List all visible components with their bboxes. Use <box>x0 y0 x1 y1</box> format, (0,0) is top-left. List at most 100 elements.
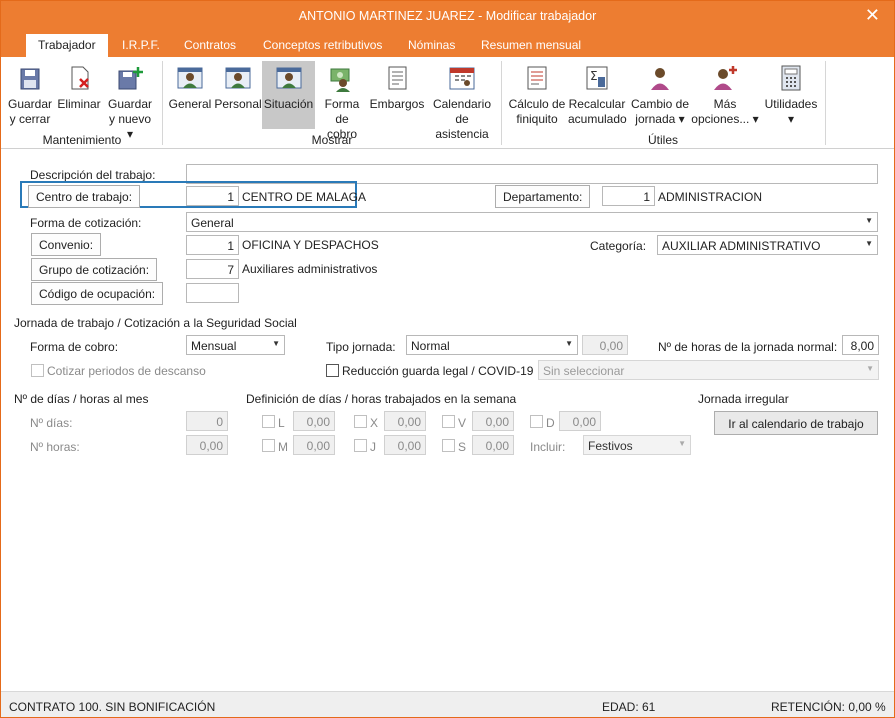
reduccion-select[interactable]: Sin seleccionar ▼ <box>538 360 879 380</box>
horas-jornada-input[interactable]: 8,00 <box>842 335 879 355</box>
day-hours-d[interactable]: 0,00 <box>559 411 601 431</box>
ocupacion-input[interactable] <box>186 283 239 303</box>
person-card-icon <box>225 67 251 89</box>
tab-contratos[interactable]: Contratos <box>184 38 236 52</box>
forma-cotizacion-value: General <box>191 216 234 230</box>
calculator-icon <box>781 65 801 91</box>
day-letter-l: L <box>278 416 285 430</box>
save-new-button[interactable]: Guardar y nuevo ▾ <box>105 61 155 142</box>
day-hours-x[interactable]: 0,00 <box>384 411 426 431</box>
delete-button[interactable]: Eliminar <box>56 61 102 112</box>
departamento-button[interactable]: Departamento: <box>495 185 591 208</box>
personal-label: Personal <box>214 97 262 111</box>
general-button[interactable]: General <box>168 61 212 112</box>
num-horas-input[interactable]: 0,00 <box>186 435 228 455</box>
num-dias-input[interactable]: 0 <box>186 411 228 431</box>
tab-trabajador[interactable]: Trabajador <box>26 34 108 57</box>
save-close-button[interactable]: Guardar y cerrar <box>7 61 53 127</box>
svg-text:Σ: Σ <box>590 69 598 83</box>
status-edad: EDAD: 61 <box>602 700 656 714</box>
tab-irpf[interactable]: I.R.P.F. <box>122 38 160 52</box>
codigo-ocupacion-button[interactable]: Código de ocupación: <box>31 282 164 305</box>
incluir-select[interactable]: Festivos ▼ <box>583 435 691 455</box>
day-checkbox-x[interactable] <box>354 415 367 428</box>
day-hours-m[interactable]: 0,00 <box>293 435 335 455</box>
ir-calendario-button[interactable]: Ir al calendario de trabajo <box>714 411 878 435</box>
convenio-button[interactable]: Convenio: <box>31 233 102 256</box>
calendario-label-1: Calendario <box>432 97 492 111</box>
person-add-icon <box>714 66 737 90</box>
chevron-down-icon: ▼ <box>678 439 686 448</box>
forma-cobro-button[interactable]: Forma de cobro <box>319 61 365 142</box>
tipo-jornada-value: Normal <box>411 339 450 353</box>
tipo-jornada-select[interactable]: Normal ▼ <box>406 335 578 355</box>
day-checkbox-l[interactable] <box>262 415 275 428</box>
cambio-jornada-button[interactable]: Cambio de jornada ▾ <box>629 61 691 127</box>
tab-conceptos[interactable]: Conceptos retributivos <box>263 38 382 52</box>
categoria-select[interactable]: AUXILIAR ADMINISTRATIVO ▼ <box>657 235 878 255</box>
forma-cobro-select[interactable]: Mensual ▼ <box>186 335 285 355</box>
utilidades-button[interactable]: Utilidades ▾ <box>763 61 819 127</box>
categoria-label: Categoría: <box>590 239 647 253</box>
title-bar: ANTONIO MARTINEZ JUAREZ - Modificar trab… <box>1 1 894 32</box>
day-letter-s: S <box>458 440 467 454</box>
embargos-button[interactable]: Embargos <box>369 61 425 112</box>
situacion-label: Situación <box>263 97 314 111</box>
delete-document-icon <box>71 66 89 90</box>
day-hours-j[interactable]: 0,00 <box>384 435 426 455</box>
tipo-jornada-percent-input[interactable]: 0,00 <box>582 335 628 355</box>
group-utiles: Útiles <box>647 133 678 147</box>
calendario-asistencia-button[interactable]: Calendario de asistencia <box>428 61 496 142</box>
day-checkbox-j[interactable] <box>354 439 367 452</box>
day-letter-v: V <box>458 416 467 430</box>
tab-bar: Trabajador I.R.P.F. Contratos Conceptos … <box>1 32 894 57</box>
day-checkbox-d[interactable] <box>530 415 543 428</box>
day-hours-v[interactable]: 0,00 <box>472 411 514 431</box>
tab-resumen[interactable]: Resumen mensual <box>481 38 581 52</box>
mas-opciones-button[interactable]: Más opciones... ▾ <box>691 61 759 127</box>
day-checkbox-m[interactable] <box>262 439 275 452</box>
reduccion-select-value: Sin seleccionar <box>543 364 625 378</box>
day-checkbox-v[interactable] <box>442 415 455 428</box>
payment-icon <box>330 68 350 92</box>
horas-jornada-label: Nº de horas de la jornada normal: <box>658 340 838 354</box>
chevron-down-icon: ▼ <box>866 364 874 373</box>
num-horas-label: Nº horas: <box>30 440 80 454</box>
recalcular-button[interactable]: Σ Recalcular acumulado <box>568 61 627 127</box>
situacion-button[interactable]: Situación <box>262 61 315 129</box>
cotizar-descanso-checkbox[interactable] <box>31 364 44 377</box>
reduccion-checkbox[interactable] <box>326 364 339 377</box>
finiquito-button[interactable]: Cálculo de finiquito <box>507 61 567 127</box>
group-mostrar: Mostrar <box>311 133 353 147</box>
tab-nominas[interactable]: Nóminas <box>408 38 455 52</box>
centro-trabajo-button[interactable]: Centro de trabajo: <box>28 185 141 208</box>
day-hours-s[interactable]: 0,00 <box>472 435 514 455</box>
chevron-down-icon: ▼ <box>565 339 573 348</box>
descripcion-label: Descripción del trabajo: <box>30 168 156 182</box>
close-icon[interactable]: ✕ <box>865 5 880 25</box>
departamento-code-input[interactable]: 1 <box>602 186 655 206</box>
group-mantenimiento: Mantenimiento <box>42 133 122 147</box>
personal-button[interactable]: Personal <box>214 61 262 112</box>
incluir-label: Incluir: <box>530 440 566 454</box>
calendar-person-icon <box>449 67 475 90</box>
mas-opciones-label-1: Más <box>713 97 737 111</box>
grupo-code-input[interactable]: 7 <box>186 259 239 279</box>
person-list-icon <box>276 67 301 89</box>
grupo-cotizacion-button[interactable]: Grupo de cotización: <box>31 258 158 281</box>
ribbon: Guardar y cerrar Eliminar Guardar y nuev… <box>1 57 894 149</box>
chevron-down-icon: ▼ <box>865 216 873 225</box>
grupo-name: Auxiliares administrativos <box>242 262 378 276</box>
group-divider <box>501 61 502 145</box>
forma-cobro-label-1: Forma <box>324 97 360 111</box>
utilidades-label-2: ▾ <box>787 112 795 126</box>
group-divider <box>825 61 826 145</box>
document-icon <box>388 66 407 90</box>
tipo-jornada-label: Tipo jornada: <box>326 340 396 354</box>
day-hours-l[interactable]: 0,00 <box>293 411 335 431</box>
recalcular-label-2: acumulado <box>568 112 627 126</box>
day-checkbox-s[interactable] <box>442 439 455 452</box>
forma-cotizacion-select[interactable]: General ▼ <box>186 212 878 232</box>
centro-code-input[interactable]: 1 <box>186 186 239 206</box>
convenio-code-input[interactable]: 1 <box>186 235 239 255</box>
